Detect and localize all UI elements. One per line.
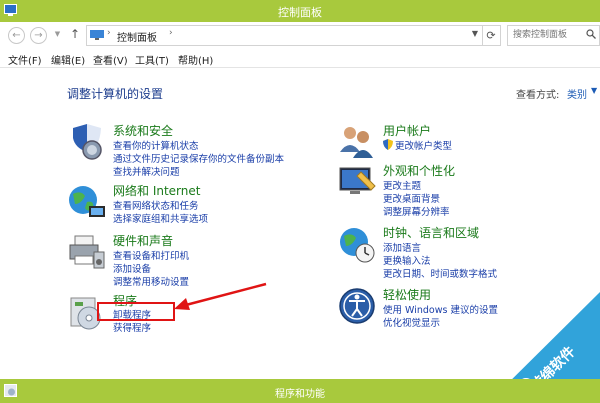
category-title-ease-of-access[interactable]: 轻松使用 (383, 286, 431, 303)
category-user-accounts: 用户帐户 更改帐户类型 (337, 122, 577, 162)
link-change-input-method[interactable]: 更换输入法 (383, 253, 431, 267)
refresh-button[interactable]: ⟳ (482, 25, 501, 46)
link-check-computer-status[interactable]: 查看你的计算机状态 (113, 138, 199, 152)
forward-button[interactable]: → (30, 27, 47, 44)
window-title: 控制面板 (278, 6, 322, 19)
globe-clock-icon[interactable] (337, 224, 377, 264)
category-title-clock-language-region[interactable]: 时钟、语言和区域 (383, 224, 479, 241)
control-panel-small-icon (90, 30, 104, 40)
breadcrumb-control-panel[interactable]: 控制面板 (117, 29, 157, 44)
uac-shield-icon (383, 139, 393, 150)
category-system-security: 系统和安全 查看你的计算机状态 通过文件历史记录保存你的文件备份副本 查找并解决… (67, 122, 307, 182)
link-change-date-time-format[interactable]: 更改日期、时间或数字格式 (383, 266, 497, 280)
taskbar-title: 程序和功能 (275, 389, 325, 400)
address-box[interactable]: › 控制面板 › ▼ (86, 25, 483, 46)
link-file-history-backup[interactable]: 通过文件历史记录保存你的文件备份副本 (113, 151, 284, 165)
menu-bar: 文件(F) 编辑(E) 查看(V) 工具(T) 帮助(H) (0, 49, 600, 68)
up-button[interactable]: ↑ (70, 27, 82, 42)
search-icon[interactable] (586, 29, 596, 39)
back-button[interactable]: ← (8, 27, 25, 44)
link-network-status-tasks[interactable]: 查看网络状态和任务 (113, 198, 199, 212)
globe-network-icon[interactable] (67, 182, 107, 222)
link-adjust-resolution[interactable]: 调整屏幕分辨率 (383, 204, 450, 218)
history-dropdown-button[interactable]: ▼ (50, 27, 65, 42)
title-bar: 控制面板 (0, 0, 600, 22)
view-by-chevron-down-icon[interactable]: ▼ (591, 86, 597, 95)
link-find-fix-problems[interactable]: 查找并解决问题 (113, 164, 180, 178)
taskbar: 程序和功能 (0, 379, 600, 403)
breadcrumb-separator-icon: › (107, 28, 111, 38)
category-title-hardware-sound[interactable]: 硬件和声音 (113, 232, 173, 249)
link-add-device[interactable]: 添加设备 (113, 261, 151, 275)
link-devices-printers[interactable]: 查看设备和打印机 (113, 248, 189, 262)
breadcrumb-separator-icon[interactable]: › (169, 28, 173, 38)
link-change-theme[interactable]: 更改主题 (383, 178, 421, 192)
annotation-arrow-icon (174, 282, 267, 310)
category-title-user-accounts[interactable]: 用户帐户 (383, 122, 431, 139)
menu-tools[interactable]: 工具(T) (135, 52, 169, 67)
category-network-internet: 网络和 Internet 查看网络状态和任务 选择家庭组和共享选项 (67, 182, 307, 232)
category-appearance: 外观和个性化 更改主题 更改桌面背景 调整屏幕分辨率 (337, 162, 577, 222)
category-title-system-security[interactable]: 系统和安全 (113, 122, 173, 139)
menu-edit[interactable]: 编辑(E) (51, 52, 85, 67)
menu-help[interactable]: 帮助(H) (178, 52, 213, 67)
page-title: 调整计算机的设置 (67, 87, 164, 101)
link-optimize-visual-display[interactable]: 优化视觉显示 (383, 315, 440, 329)
annotation-highlight-box (97, 302, 175, 321)
link-homegroup-sharing[interactable]: 选择家庭组和共享选项 (113, 211, 208, 225)
address-dropdown-icon[interactable]: ▼ (472, 29, 478, 38)
monitor-personalization-icon[interactable] (337, 162, 377, 202)
link-change-account-type[interactable]: 更改帐户类型 (383, 138, 452, 152)
menu-view[interactable]: 查看(V) (93, 52, 128, 67)
view-by-label: 查看方式: (516, 90, 560, 101)
ease-of-access-icon[interactable] (337, 286, 377, 326)
address-bar-row: ← → ▼ ↑ › 控制面板 › ▼ ⟳ (0, 22, 600, 48)
category-title-network-internet[interactable]: 网络和 Internet (113, 182, 200, 199)
search-input[interactable] (508, 26, 587, 43)
view-by-dropdown[interactable]: 类别 (567, 86, 587, 101)
link-change-desktop-background[interactable]: 更改桌面背景 (383, 191, 440, 205)
menu-file[interactable]: 文件(F) (8, 52, 42, 67)
shield-security-icon[interactable] (67, 122, 107, 162)
users-icon[interactable] (337, 122, 377, 162)
printer-hardware-icon[interactable] (67, 232, 107, 272)
link-add-language[interactable]: 添加语言 (383, 240, 421, 254)
category-title-appearance[interactable]: 外观和个性化 (383, 162, 455, 179)
category-clock-language-region: 时钟、语言和区域 添加语言 更换输入法 更改日期、时间或数字格式 (337, 224, 577, 284)
link-change-account-type-label: 更改帐户类型 (395, 141, 453, 152)
search-box[interactable] (507, 25, 600, 46)
link-get-programs[interactable]: 获得程序 (113, 320, 151, 334)
